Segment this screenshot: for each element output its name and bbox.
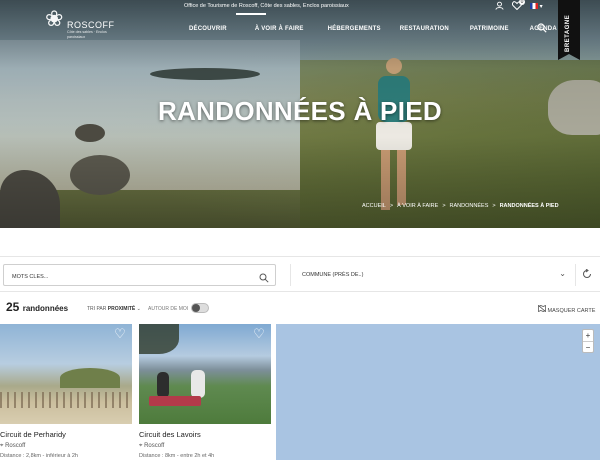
language-selector[interactable]: ▾ <box>530 3 543 10</box>
breadcrumb-current: RANDONNÉES À PIED <box>499 203 559 209</box>
breadcrumb-separator: > <box>442 203 446 209</box>
main-nav: DÉCOUVRIR À VOIR À FAIRE HÉBERGEMENTS RE… <box>189 26 557 32</box>
around-me-label: AUTOUR DE MOI <box>148 306 189 312</box>
account-icon[interactable] <box>495 1 504 12</box>
nav-item-decouvrir[interactable]: DÉCOUVRIR <box>189 26 227 32</box>
sort-value: PROXIMITÉ <box>107 306 136 312</box>
card-image-person <box>191 370 205 398</box>
top-icons: 0 ▾ <box>495 0 543 12</box>
nav-item-hebergements[interactable]: HÉBERGEMENTS <box>328 26 381 32</box>
card-location: ⌖ Roscoff <box>139 443 271 450</box>
nav-item-a-voir-a-faire[interactable]: À VOIR À FAIRE <box>255 26 304 32</box>
keywords-input[interactable] <box>4 267 244 287</box>
office-link[interactable]: Office de Tourisme de Roscoff, Côte des … <box>184 3 349 9</box>
breadcrumb-randonnees[interactable]: RANDONNÉES <box>450 203 489 209</box>
chevron-down-icon: ⌄ <box>136 306 141 312</box>
chevron-down-icon: ⌄ <box>559 269 566 278</box>
results-count-label: randonnées <box>22 304 69 313</box>
sort-prefix: TRI PAR <box>87 306 107 312</box>
card-meta: Distance : 2,8km - inférieur à 2h <box>0 453 78 459</box>
result-card[interactable]: ♡ Circuit des Lavoirs ⌖ Roscoff Distance… <box>139 324 271 459</box>
breadcrumb-separator: > <box>389 203 394 209</box>
breadcrumb-home[interactable]: ACCUEIL <box>362 203 386 209</box>
page-title: RANDONNÉES À PIED <box>158 96 442 126</box>
breadcrumb: ACCUEIL > À VOIR À FAIRE > RANDONNÉES > … <box>362 203 559 209</box>
zoom-out-button[interactable]: − <box>583 342 593 354</box>
results-map[interactable]: + − <box>276 324 600 460</box>
around-me-toggle[interactable] <box>191 303 209 313</box>
card-image-dune <box>60 368 120 388</box>
card-image: ♡ <box>139 324 271 424</box>
site-logo[interactable]: ❀ ROSCOFF Côte des sables · Enclos paroi… <box>45 8 120 50</box>
hide-map-button[interactable]: MASQUER CARTE <box>537 304 596 314</box>
favorite-heart-icon[interactable]: ♡ <box>252 327 266 341</box>
card-image-bench <box>149 396 201 406</box>
card-meta: Distance : 8km - entre 2h et 4h <box>139 453 215 459</box>
logo-tagline: Côte des sables · Enclos paroissiaux <box>67 30 107 39</box>
card-location-label: Roscoff <box>144 443 165 449</box>
logo-name: ROSCOFF <box>67 20 115 30</box>
map-zoom-control: + − <box>582 329 594 353</box>
chevron-down-icon: ▾ <box>539 4 543 10</box>
topbar-underline <box>236 13 266 15</box>
hero-banner: Office de Tourisme de Roscoff, Côte des … <box>0 0 600 228</box>
keywords-field <box>3 264 276 287</box>
card-location-label: Roscoff <box>5 443 26 449</box>
favorites-icon[interactable]: 0 <box>511 0 525 12</box>
flag-fr-icon <box>530 3 538 10</box>
logo-flower-icon: ❀ <box>45 6 64 31</box>
hide-map-label: MASQUER CARTE <box>547 308 596 314</box>
search-icon[interactable] <box>537 23 547 36</box>
sort-dropdown[interactable]: TRI PAR PROXIMITÉ ⌄ <box>87 306 141 312</box>
location-pin-icon: ⌖ <box>139 443 143 449</box>
results-count-number: 25 <box>6 300 20 314</box>
results-count: 25 randonnées <box>6 300 68 314</box>
card-image-tree <box>139 324 179 354</box>
favorites-count: 0 <box>519 0 525 5</box>
reset-icon[interactable] <box>582 268 592 282</box>
results-bar: 25 randonnées TRI PAR PROXIMITÉ ⌄ AUTOUR… <box>0 298 600 320</box>
location-pin-icon: ⌖ <box>0 443 4 449</box>
card-image-fence <box>0 392 132 408</box>
bretagne-badge[interactable]: BRETAGNE <box>558 0 580 60</box>
nav-item-patrimoine[interactable]: PATRIMOINE <box>470 26 509 32</box>
zoom-in-button[interactable]: + <box>583 330 593 342</box>
toggle-knob <box>192 304 200 312</box>
map-off-icon <box>537 304 548 314</box>
breadcrumb-separator: > <box>492 203 496 209</box>
card-location: ⌖ Roscoff <box>0 443 132 450</box>
nav-item-restauration[interactable]: RESTAURATION <box>400 26 449 32</box>
search-icon[interactable] <box>259 270 269 283</box>
card-image: ♡ <box>0 324 132 424</box>
filter-bar: COMMUNE (PRÈS DE..) ⌄ <box>0 256 600 292</box>
bretagne-label: BRETAGNE <box>565 14 571 52</box>
commune-select[interactable]: COMMUNE (PRÈS DE..) ⌄ <box>290 264 576 286</box>
card-title[interactable]: Circuit des Lavoirs <box>139 430 271 439</box>
commune-label: COMMUNE (PRÈS DE..) <box>302 272 364 278</box>
result-card[interactable]: ♡ Circuit de Perharidy ⌖ Roscoff Distanc… <box>0 324 132 459</box>
card-title[interactable]: Circuit de Perharidy <box>0 430 132 439</box>
favorite-heart-icon[interactable]: ♡ <box>113 327 127 341</box>
breadcrumb-a-voir[interactable]: À VOIR À FAIRE <box>397 203 438 209</box>
card-image-person <box>157 372 169 398</box>
